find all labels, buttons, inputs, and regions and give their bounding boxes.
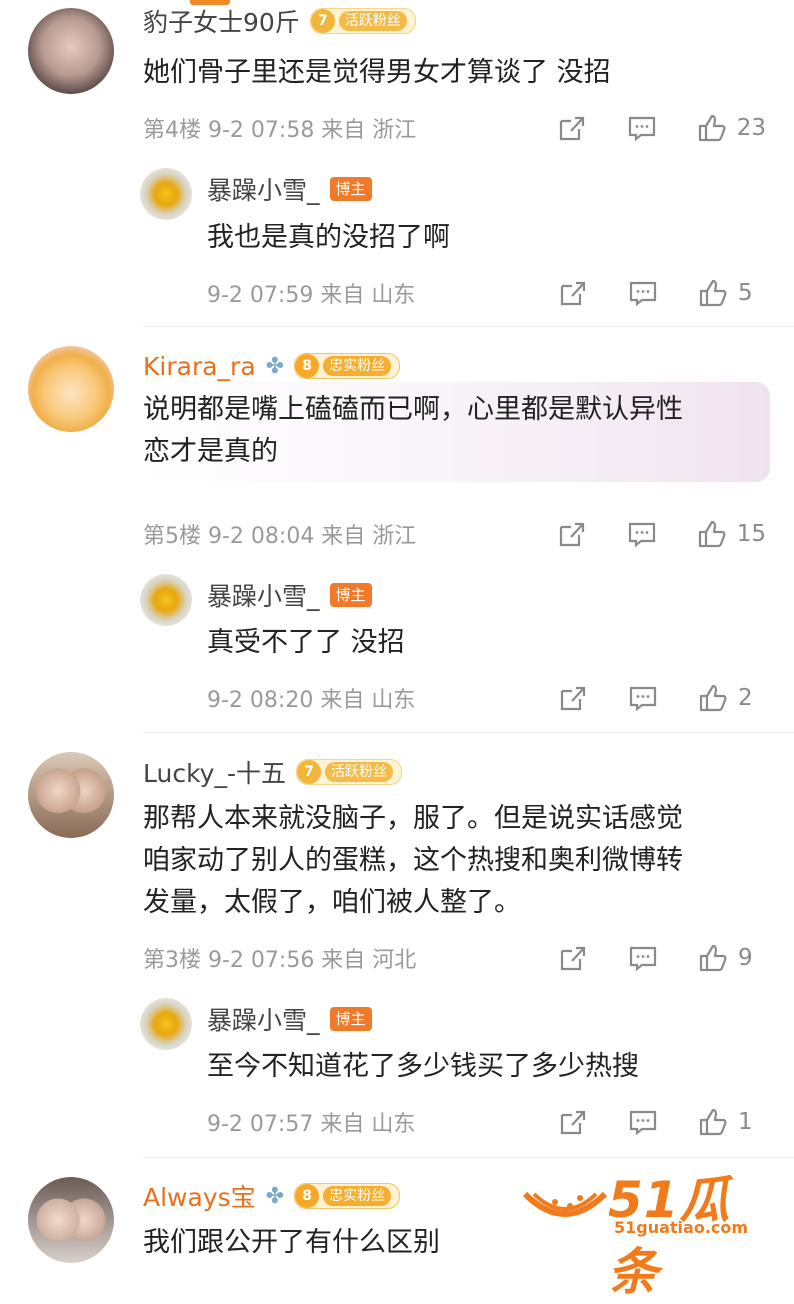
thumbs-up-icon xyxy=(699,279,727,307)
reply-meta: 9-2 07:59 来自 山东 xyxy=(207,283,416,308)
reply-username[interactable]: 暴躁小雪_ xyxy=(207,577,320,613)
comment-button[interactable] xyxy=(628,683,658,713)
comment-icon xyxy=(629,946,657,972)
like-count: 23 xyxy=(736,115,766,141)
comment-text-line: 咱家动了别人的蛋糕，这个热搜和奥利微博转 xyxy=(143,845,683,876)
avatar[interactable] xyxy=(28,1177,114,1263)
fan-badge[interactable]: 8 忠实粉丝 xyxy=(294,353,401,379)
comment-meta: 第3楼 9-2 07:56 来自 河北 xyxy=(143,948,417,973)
avatar[interactable] xyxy=(28,8,114,94)
share-icon xyxy=(560,686,586,711)
thumbs-up-icon xyxy=(698,114,726,142)
reply-text: 我也是真的没招了啊 xyxy=(207,222,450,253)
like-count: 9 xyxy=(738,945,753,971)
badge-level: 7 xyxy=(296,760,321,784)
like-count: 5 xyxy=(738,280,753,306)
comment-button[interactable] xyxy=(628,278,658,308)
comment-text-line: 她们骨子里还是觉得男女才算谈了 没招 xyxy=(143,57,611,88)
clover-icon: ✤ xyxy=(265,353,285,379)
share-icon xyxy=(560,946,586,971)
like-button[interactable]: 23 xyxy=(697,113,766,143)
badge-label: 忠实粉丝 xyxy=(323,356,392,376)
like-count: 2 xyxy=(738,685,753,711)
avatar[interactable] xyxy=(28,752,114,838)
share-icon xyxy=(559,522,584,547)
badge-level: 7 xyxy=(310,9,335,33)
comment-icon xyxy=(628,522,655,548)
reply-text: 至今不知道花了多少钱买了多少热搜 xyxy=(207,1051,639,1082)
reply-username[interactable]: 暴躁小雪_ xyxy=(207,1001,320,1037)
watermark-logo: 51瓜条 51guatiao.com xyxy=(520,1160,780,1301)
fan-badge[interactable]: 7 活跃粉丝 xyxy=(309,8,416,34)
like-button[interactable]: 9 xyxy=(698,943,766,973)
like-button[interactable]: 1 xyxy=(698,1107,766,1137)
comment-text-line: 恋才是真的 xyxy=(143,436,278,467)
comment-icon xyxy=(629,686,657,712)
comment-icon xyxy=(629,1110,657,1136)
like-button[interactable]: 5 xyxy=(698,278,766,308)
like-count: 15 xyxy=(736,521,766,547)
comment-text: 我们跟公开了有什么区别 xyxy=(143,1222,440,1264)
share-icon xyxy=(560,1110,586,1135)
owner-badge: 博主 xyxy=(329,1007,372,1031)
reply-username[interactable]: 暴躁小雪_ xyxy=(207,171,320,207)
thumbs-up-icon xyxy=(699,944,727,972)
comment-icon xyxy=(629,281,657,307)
comment-button[interactable] xyxy=(628,1107,658,1137)
badge-level: 8 xyxy=(295,354,320,378)
share-icon xyxy=(559,116,584,141)
comment-button[interactable] xyxy=(627,113,657,143)
comment-text-line: 我们跟公开了有什么区别 xyxy=(143,1227,440,1258)
comment-meta: 第5楼 9-2 08:04 来自 浙江 xyxy=(143,524,417,549)
comment-text: 她们骨子里还是觉得男女才算谈了 没招 xyxy=(143,52,611,94)
reply-text: 真受不了了 没招 xyxy=(207,627,405,658)
fan-badge[interactable]: 8 忠实粉丝 xyxy=(294,1183,401,1209)
like-count: 1 xyxy=(738,1109,753,1135)
comment-text-line: 发量，太假了，咱们被人整了。 xyxy=(143,887,521,918)
reply-avatar[interactable] xyxy=(140,998,192,1050)
username[interactable]: Kirara_ra xyxy=(143,352,256,381)
divider xyxy=(143,326,794,327)
badge-label: 活跃粉丝 xyxy=(324,762,393,782)
comment-text: 说明都是嘴上磕磕而已啊，心里都是默认异性 恋才是真的 xyxy=(143,389,683,473)
avatar[interactable] xyxy=(28,346,114,432)
badge-label: 活跃粉丝 xyxy=(338,11,407,31)
comment-icon xyxy=(628,116,655,142)
username[interactable]: Lucky_-十五 xyxy=(143,754,286,790)
thumbs-up-icon xyxy=(699,684,727,712)
divider xyxy=(143,1157,794,1158)
comment-meta: 第4楼 9-2 07:58 来自 浙江 xyxy=(143,118,417,143)
clover-icon: ✤ xyxy=(265,1183,285,1209)
fan-badge[interactable]: 7 活跃粉丝 xyxy=(295,759,402,785)
username[interactable]: 豹子女士90斤 xyxy=(143,3,300,39)
like-button[interactable]: 15 xyxy=(697,519,766,549)
share-button[interactable] xyxy=(557,519,587,549)
reply-meta: 9-2 07:57 来自 山东 xyxy=(207,1112,416,1137)
reply-avatar[interactable] xyxy=(140,574,192,626)
comment-button[interactable] xyxy=(627,519,657,549)
thumbs-up-icon xyxy=(698,520,726,548)
badge-label: 忠实粉丝 xyxy=(323,1186,392,1206)
like-button[interactable]: 2 xyxy=(698,683,766,713)
owner-badge: 博主 xyxy=(329,583,372,607)
watermark-url: 51guatiao.com xyxy=(614,1218,749,1237)
share-icon xyxy=(560,281,586,306)
reply-meta: 9-2 08:20 来自 山东 xyxy=(207,688,416,713)
username[interactable]: Always宝 xyxy=(143,1178,256,1214)
thumbs-up-icon xyxy=(699,1108,727,1136)
share-button[interactable] xyxy=(558,1107,588,1137)
comment-text: 那帮人本来就没脑子，服了。但是说实话感觉 咱家动了别人的蛋糕，这个热搜和奥利微博… xyxy=(143,798,683,924)
share-button[interactable] xyxy=(557,113,587,143)
comment-text-line: 说明都是嘴上磕磕而已啊，心里都是默认异性 xyxy=(143,394,683,425)
badge-level: 8 xyxy=(295,1184,320,1208)
comment-text-line: 那帮人本来就没脑子，服了。但是说实话感觉 xyxy=(143,803,683,834)
comment-button[interactable] xyxy=(628,943,658,973)
divider xyxy=(143,732,794,733)
watermelon-icon xyxy=(522,1191,608,1217)
share-button[interactable] xyxy=(558,943,588,973)
owner-badge: 博主 xyxy=(329,177,372,201)
share-button[interactable] xyxy=(558,278,588,308)
share-button[interactable] xyxy=(558,683,588,713)
reply-avatar[interactable] xyxy=(140,168,192,220)
